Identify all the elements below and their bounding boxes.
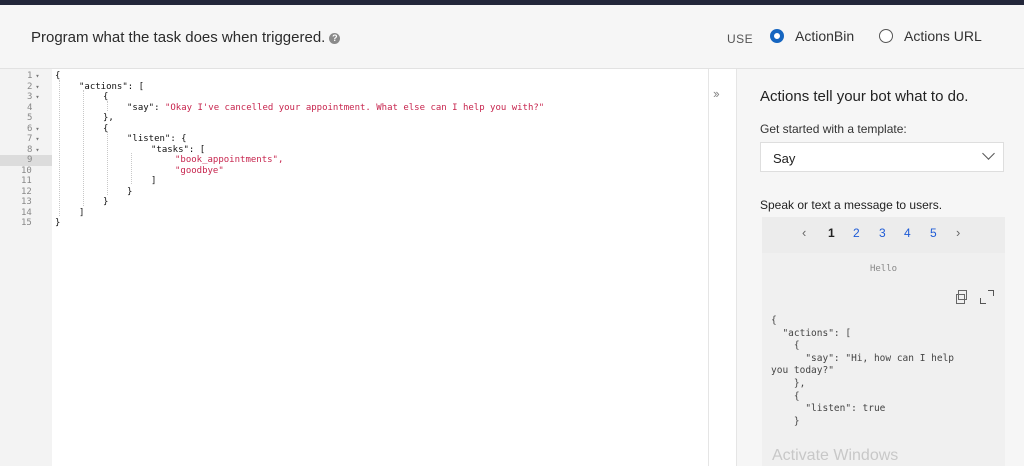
line-number: 5 [27, 113, 33, 123]
pager-page-4[interactable]: 4 [904, 226, 911, 240]
line-number-active: 9 [0, 155, 52, 166]
radio-actions-url[interactable]: Actions URL [879, 28, 982, 44]
template-select[interactable]: Say [760, 142, 1004, 172]
pager-page-2[interactable]: 2 [853, 226, 860, 240]
fold-arrow-icon[interactable]: ▾ [35, 72, 39, 80]
line-gutter: 1 ▾ 2 ▾ 3 ▾ 4 5 6 ▾ 7 ▾ 8 ▾ 9 10 11 12 13 14 1… [0, 69, 52, 466]
template-pager: ‹ 1 2 3 4 5 › [762, 217, 1005, 253]
code-line: { [103, 92, 109, 102]
line-number: 13 [21, 197, 32, 207]
code-line: } [55, 218, 61, 228]
fold-arrow-icon[interactable]: ▾ [35, 83, 39, 91]
radio-unchecked-icon[interactable] [879, 29, 893, 43]
code-line: "goodbye" [175, 165, 224, 176]
line-number: 4 [27, 102, 33, 113]
code-line: "book_appointments", [175, 155, 284, 165]
line-number: 11 [21, 176, 32, 186]
indent-guide [83, 90, 84, 206]
line-number: 12 [21, 186, 32, 197]
code-line: } [127, 186, 133, 197]
chevron-down-icon [982, 147, 995, 160]
pager-page-3[interactable]: 3 [879, 226, 886, 240]
activate-windows-watermark: Activate Windows [772, 447, 899, 464]
indent-guide [107, 101, 108, 111]
task-header: Program what the task does when triggere… [0, 5, 1024, 69]
line-number: 7 ▾ [27, 134, 40, 144]
line-number: 3 ▾ [27, 92, 40, 102]
preview-label: Hello [869, 264, 898, 274]
indent-guide [131, 153, 132, 184]
template-label: Get started with a template: [760, 122, 907, 136]
line-number: 2 ▾ [27, 81, 40, 92]
fold-arrow-icon[interactable]: ▾ [35, 93, 39, 101]
question-circle-icon[interactable]: ? [329, 33, 341, 44]
line-number: 15 [21, 218, 32, 228]
copy-icon[interactable] [956, 290, 967, 304]
indent-guide [107, 132, 108, 195]
code-line: "tasks": [ [151, 144, 206, 155]
code-line: "listen": { [127, 134, 187, 144]
line-number: 6 ▾ [27, 123, 40, 134]
template-description: Speak or text a message to users. [760, 198, 943, 212]
sidebar-heading: Actions tell your bot what to do. [760, 88, 969, 105]
radio-checked-icon[interactable] [770, 29, 784, 43]
pager-page-1[interactable]: 1 [828, 226, 835, 240]
code-line: }, [103, 113, 114, 123]
code-line: { [103, 123, 109, 134]
pager-next-button[interactable]: › [956, 225, 960, 240]
preview-code: { "actions": [ { "say": "Hi, how can I h… [771, 315, 955, 427]
use-label: USE [727, 32, 754, 46]
pager-prev-button[interactable]: ‹ [802, 225, 806, 240]
line-number: 8 ▾ [27, 144, 40, 155]
fold-arrow-icon[interactable]: ▾ [35, 135, 39, 143]
radio-actionbin[interactable]: ActionBin [770, 28, 854, 44]
pager-page-5[interactable]: 5 [930, 226, 937, 240]
fold-arrow-icon[interactable]: ▾ [35, 125, 39, 133]
page-title: Program what the task does when triggere… [31, 29, 341, 46]
code-line: } [103, 197, 109, 207]
code-editor[interactable]: 1 ▾ 2 ▾ 3 ▾ 4 5 6 ▾ 7 ▾ 8 ▾ 9 10 11 12 13 14 1… [0, 69, 708, 466]
double-chevron-right-icon[interactable]: ›› [713, 86, 720, 101]
line-number: 14 [21, 207, 32, 218]
panel-divider [708, 69, 737, 466]
line-number: 1 ▾ [27, 71, 40, 81]
code-line: "actions": [ [79, 81, 145, 92]
indent-guide [59, 80, 60, 216]
code-line: ] [79, 207, 85, 218]
fold-arrow-icon[interactable]: ▾ [35, 146, 39, 154]
template-preview: Hello { "actions": [ { "say": "Hi, how c… [762, 253, 1005, 466]
code-line: "say": "Okay I've cancelled your appoint… [127, 102, 545, 113]
actions-sidebar: Actions tell your bot what to do. Get st… [737, 69, 1024, 466]
line-number: 10 [21, 165, 32, 176]
code-content[interactable]: { "actions": [ { "say": "Okay I've cance… [52, 69, 708, 466]
fullscreen-icon[interactable] [980, 290, 994, 304]
code-line: { [55, 71, 61, 81]
code-line: ] [151, 176, 157, 186]
